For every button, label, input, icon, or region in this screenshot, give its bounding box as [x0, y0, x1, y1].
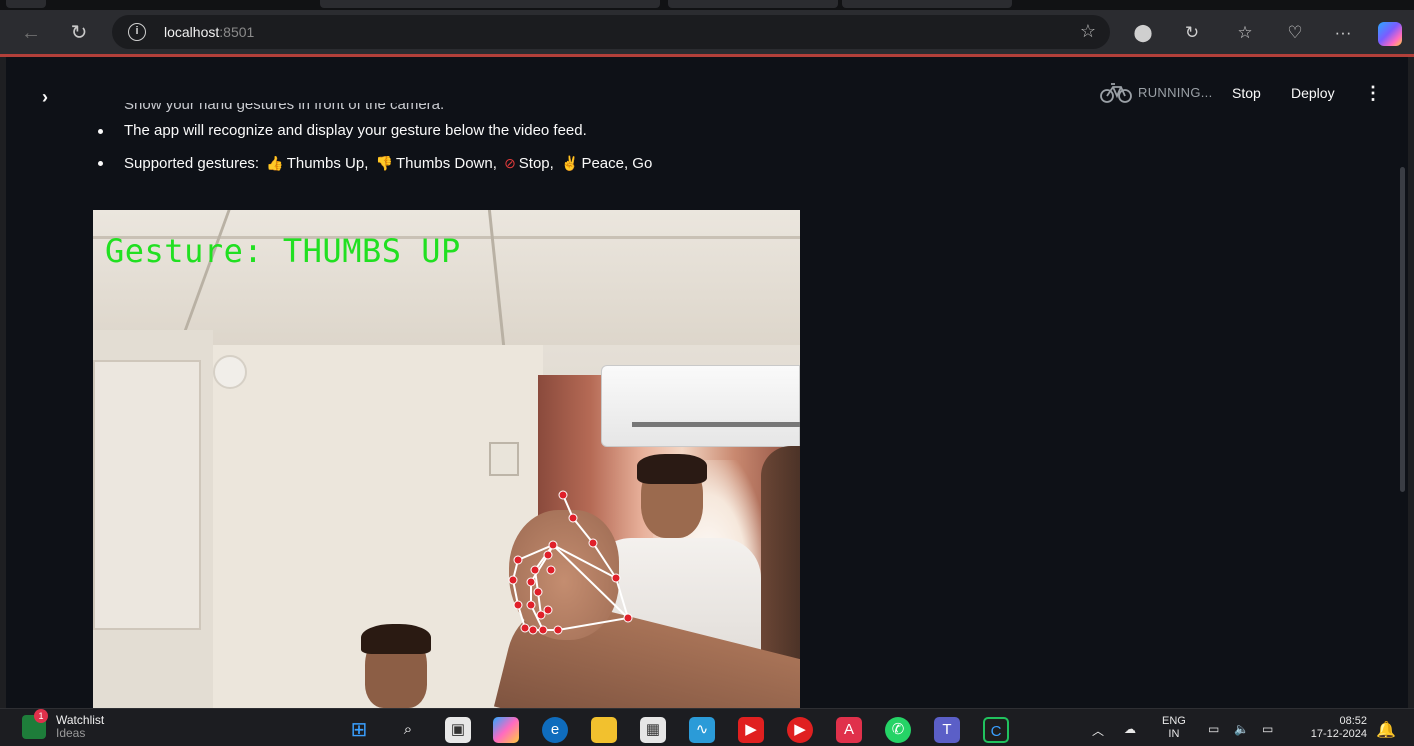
refresh-extension-icon[interactable]: ↻ — [1181, 22, 1203, 44]
instruction-recognize: The app will recognize and display your … — [94, 115, 652, 147]
thumbs-up-icon: 👍 — [266, 155, 284, 171]
language-indicator[interactable]: ENG IN — [1162, 715, 1186, 741]
tab-strip — [0, 0, 1414, 10]
volume-icon[interactable]: 🔈 — [1234, 722, 1249, 736]
instructions-list: Show your hand gestures in front of the … — [94, 103, 652, 179]
sidebar-expand-chevron-icon[interactable]: › — [42, 87, 48, 108]
gesture-thumbs-down: Thumbs Down, — [396, 155, 497, 172]
gesture-thumbs-up: Thumbs Up, — [286, 155, 369, 172]
battery-icon[interactable]: ▭ — [1262, 722, 1273, 736]
peace-icon: ✌ — [561, 155, 579, 171]
task-view-icon[interactable]: ▣ — [445, 717, 471, 743]
address-port: :8501 — [219, 24, 255, 40]
browser-tab[interactable] — [668, 0, 838, 8]
watchlist-label: Watchlist — [56, 713, 105, 727]
start-icon[interactable]: ⊞ — [346, 717, 372, 743]
clock-time: 08:52 — [1339, 715, 1367, 727]
gesture-overlay-text: Gesture: THUMBS UP — [105, 232, 461, 270]
browser-tab[interactable] — [842, 0, 1012, 8]
notification-bell-icon[interactable]: 🔔 — [1376, 720, 1396, 740]
watchlist-widget[interactable]: Watchlist Ideas — [56, 714, 104, 740]
clock-date: 17-12-2024 — [1310, 728, 1367, 740]
notification-badge: 1 — [34, 709, 48, 723]
file-explorer-icon[interactable] — [591, 717, 617, 743]
store-icon[interactable]: ▦ — [640, 717, 666, 743]
stop-icon: ⊘ — [504, 155, 516, 171]
favorites-icon[interactable]: ☆ — [1234, 22, 1256, 44]
tray-chevron-icon[interactable]: ︿ — [1092, 722, 1104, 739]
gesture-stop: Stop, — [518, 155, 554, 172]
video-feed: Gesture: THUMBS UP — [93, 210, 800, 708]
instruction-supported-gestures: Supported gestures: 👍 Thumbs Up, 👎 Thumbs … — [94, 147, 652, 179]
language-label: ENG — [1162, 715, 1186, 727]
browser-toolbar: ← ↻ i localhost:8501 ☆ ⬤ ↻ ☆ ♡ ··· — [0, 10, 1414, 54]
running-status-text: RUNNING... — [1138, 84, 1213, 100]
copilot-taskbar-icon[interactable] — [493, 717, 519, 743]
browser-tab[interactable] — [320, 0, 660, 8]
ide-icon[interactable]: C — [983, 717, 1009, 743]
cloud-icon[interactable]: ☁ — [1124, 722, 1136, 736]
media-player-icon[interactable]: ▶ — [787, 717, 813, 743]
watchlist-sub: Ideas — [56, 726, 86, 740]
instruction-partial: Show your hand gestures in front of the … — [124, 103, 445, 113]
deploy-button[interactable]: Deploy — [1291, 85, 1335, 101]
instruction-recognize-text: The app will recognize and display your … — [124, 122, 587, 139]
address-bar[interactable]: i localhost:8501 ☆ — [112, 15, 1110, 49]
scrollbar[interactable] — [1400, 167, 1405, 492]
copilot-icon[interactable] — [1378, 22, 1402, 46]
extension-icon[interactable]: ⬤ — [1132, 22, 1154, 44]
thumbs-down-icon: 👎 — [375, 155, 394, 171]
search-icon[interactable]: ⌕ — [395, 717, 421, 743]
teams-icon[interactable]: T — [934, 717, 960, 743]
clock[interactable]: 08:52 17-12-2024 — [1297, 715, 1367, 741]
office-app-icon[interactable]: A — [836, 717, 862, 743]
edge-icon[interactable]: e — [542, 717, 568, 743]
supported-gestures-label: Supported gestures: — [124, 155, 260, 172]
favorite-star-icon[interactable]: ☆ — [1080, 21, 1096, 42]
back-icon[interactable]: ← — [18, 20, 44, 46]
network-icon[interactable]: ▭ — [1208, 722, 1219, 736]
more-options-icon[interactable]: ··· — [1332, 22, 1354, 44]
streamlit-app: › RUNNING... Stop Deploy ⋮ Show your han… — [6, 57, 1408, 708]
youtube-icon[interactable]: ▶ — [738, 717, 764, 743]
health-icon[interactable]: ♡ — [1284, 22, 1306, 44]
taskbar: 1 Watchlist Ideas ⊞ ⌕ ▣ e ▦ ∿ ▶ ▶ A ✆ T C… — [0, 708, 1414, 746]
main-menu-icon[interactable]: ⋮ — [1364, 83, 1382, 104]
whatsapp-icon[interactable]: ✆ — [885, 717, 911, 743]
monitor-app-icon[interactable]: ∿ — [689, 717, 715, 743]
address-url[interactable]: localhost:8501 — [164, 24, 254, 40]
hand-landmarks — [508, 490, 633, 635]
running-status: RUNNING... — [1100, 81, 1213, 103]
running-bike-icon — [1100, 83, 1132, 103]
address-host: localhost — [164, 24, 220, 40]
site-info-icon[interactable]: i — [128, 23, 146, 41]
stop-button[interactable]: Stop — [1232, 85, 1261, 101]
reload-icon[interactable]: ↻ — [66, 20, 92, 46]
browser-tab[interactable] — [6, 0, 46, 8]
language-region: IN — [1168, 728, 1180, 740]
gesture-peace-go: Peace, Go — [581, 155, 653, 172]
